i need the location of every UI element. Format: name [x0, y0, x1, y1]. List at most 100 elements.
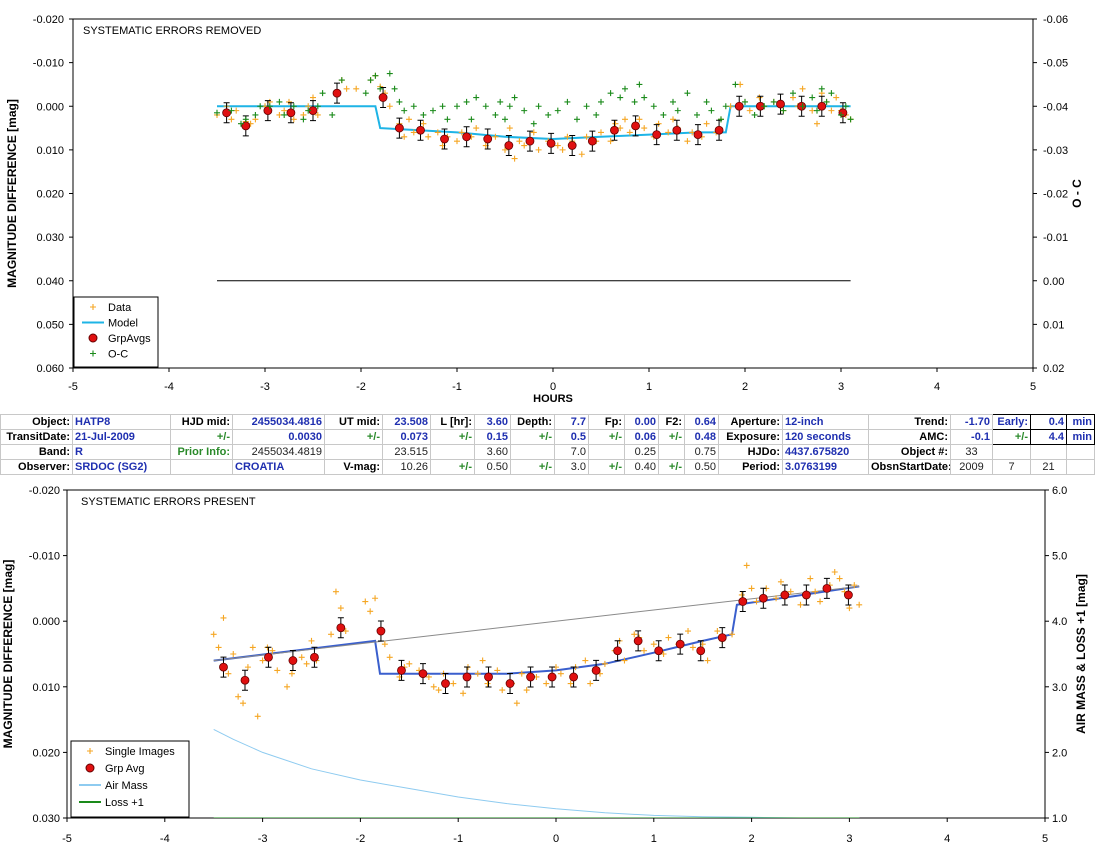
- info-cell: 2009: [950, 459, 993, 475]
- info-cell: 3.60: [474, 444, 511, 460]
- grp-avg-point: [717, 633, 727, 642]
- grp-avg-point: [505, 679, 515, 688]
- grp-avg-point: [462, 672, 472, 682]
- info-cell: 0.48: [684, 429, 719, 445]
- x-axis-label: HOURS: [533, 393, 573, 405]
- x-tick-label: -3: [258, 833, 268, 845]
- grp-avg-point: [738, 597, 748, 606]
- grp-avg-point: [526, 672, 535, 682]
- x-tick-label: 1: [651, 833, 657, 845]
- info-cell: -0.1: [950, 429, 993, 445]
- x-tick-label: -5: [62, 833, 72, 845]
- y-tick-label: 0.060: [36, 363, 64, 375]
- grpavgs-point: [714, 125, 724, 135]
- y-tick-label: 0.020: [36, 189, 64, 201]
- info-cell: HJDo:: [718, 444, 783, 460]
- info-cell: min: [1066, 429, 1095, 445]
- y-tick-label: 0.040: [36, 276, 64, 288]
- y-tick-label: 0.030: [32, 813, 60, 825]
- grp-avg-point: [547, 672, 557, 682]
- grp-avg-point: [397, 666, 406, 675]
- info-cell: 0.40: [624, 459, 659, 475]
- info-cell: [510, 444, 555, 460]
- plot-area: [66, 489, 1046, 819]
- grpavgs-point: [440, 134, 449, 144]
- x-tick-label: -5: [68, 381, 78, 393]
- info-cell: 0.15: [474, 429, 511, 445]
- plot-area: [72, 18, 1034, 369]
- grpavgs-point: [263, 106, 273, 116]
- info-row: Band: R Prior Info: 2455034.4819 23.515 3.60 7…: [0, 444, 1095, 460]
- info-row: TransitDate: 21-Jul-2009 +/- 0.0030 +/- 0.073…: [0, 429, 1095, 445]
- chart-bottom: -5 -4 -3 -2 -1 0 1 2 3 4 5 -0.020 -0.010 0.000 0.010 0.…: [1, 485, 1088, 845]
- y2-tick-label: -0.05: [1043, 58, 1068, 70]
- info-cell: Fp:: [588, 414, 625, 430]
- grpavgs-point: [652, 130, 662, 140]
- grp-avg-point: [310, 652, 319, 662]
- y-axis-label: MAGNITUDE DIFFERENCE [mag]: [5, 99, 19, 288]
- y-tick-label: -0.010: [29, 551, 60, 563]
- legend-label-model: Model: [108, 318, 138, 330]
- y2-tick-label: 0.00: [1043, 276, 1064, 288]
- grpavgs-point: [693, 130, 703, 140]
- info-cell: 33: [950, 444, 993, 460]
- info-cell: 120 seconds: [782, 429, 869, 445]
- info-cell: TransitDate:: [0, 429, 73, 445]
- info-cell: ObsnStartDate:: [868, 459, 951, 475]
- grp-avg-point: [654, 646, 664, 656]
- y2-tick-label: 6.0: [1052, 485, 1067, 497]
- info-cell: [430, 444, 475, 460]
- y-tick-label: 0.050: [36, 319, 64, 331]
- legend: Single Images Grp Avg Air Mass Loss +1: [70, 740, 190, 818]
- info-cell: 21-Jul-2009: [72, 429, 171, 445]
- info-cell: 0.4: [1030, 414, 1067, 430]
- chart-title: SYSTEMATIC ERRORS PRESENT: [81, 496, 256, 508]
- info-cell: F2:: [658, 414, 685, 430]
- info-cell: [1030, 444, 1067, 460]
- info-cell: 7.0: [554, 444, 589, 460]
- info-cell: +/-: [324, 429, 383, 445]
- info-cell: Depth:: [510, 414, 555, 430]
- info-cell: V-mag:: [324, 459, 383, 475]
- grpavgs-point: [222, 108, 232, 118]
- y2-tick-label: 0.02: [1043, 363, 1064, 375]
- grp-avg-point: [822, 584, 832, 593]
- info-cell: [324, 444, 383, 460]
- grpavgs-point: [241, 121, 251, 131]
- info-cell: 23.515: [382, 444, 431, 460]
- legend-swatch-grpavgs: [88, 333, 98, 343]
- transit-info-table: Object: HATP8 HJD mid: 2455034.4816 UT mid: 2…: [0, 414, 1095, 475]
- grp-avg-point: [418, 669, 428, 679]
- info-cell: +/-: [510, 459, 555, 475]
- info-cell: Prior Info:: [170, 444, 233, 460]
- grp-avg-point: [801, 590, 811, 600]
- info-cell: Early:: [992, 414, 1031, 430]
- grp-avg-point: [844, 590, 853, 600]
- x-tick-label: 5: [1042, 833, 1048, 845]
- y2-tick-label: -0.04: [1043, 101, 1068, 113]
- info-cell: 0.073: [382, 429, 431, 445]
- grpavgs-point: [587, 136, 597, 146]
- info-cell: 2455034.4816: [232, 414, 325, 430]
- info-cell: 0.25: [624, 444, 659, 460]
- grpavgs-point: [394, 123, 404, 133]
- y2-axis-label: O - C: [1070, 179, 1084, 208]
- y-tick-label: -0.020: [29, 485, 60, 497]
- info-cell: 0.00: [624, 414, 659, 430]
- info-cell: 3.0763199: [782, 459, 869, 475]
- info-cell: 4.4: [1030, 429, 1067, 445]
- grp-avg-point: [484, 672, 493, 682]
- y2-tick-label: 3.0: [1052, 682, 1067, 694]
- info-cell: +/-: [992, 429, 1031, 445]
- grp-avg-point: [288, 656, 298, 665]
- info-cell: 7.7: [554, 414, 589, 430]
- info-cell: Aperture:: [718, 414, 783, 430]
- y2-tick-label: 1.0: [1052, 813, 1067, 825]
- info-cell: Observer:: [0, 459, 73, 475]
- x-tick-label: 3: [838, 381, 844, 393]
- grp-avg-point: [336, 623, 346, 633]
- y2-tick-label: 4.0: [1052, 616, 1067, 628]
- y-tick-label: 0.030: [36, 232, 64, 244]
- grp-avg-point: [696, 646, 706, 656]
- info-cell: 0.5: [554, 429, 589, 445]
